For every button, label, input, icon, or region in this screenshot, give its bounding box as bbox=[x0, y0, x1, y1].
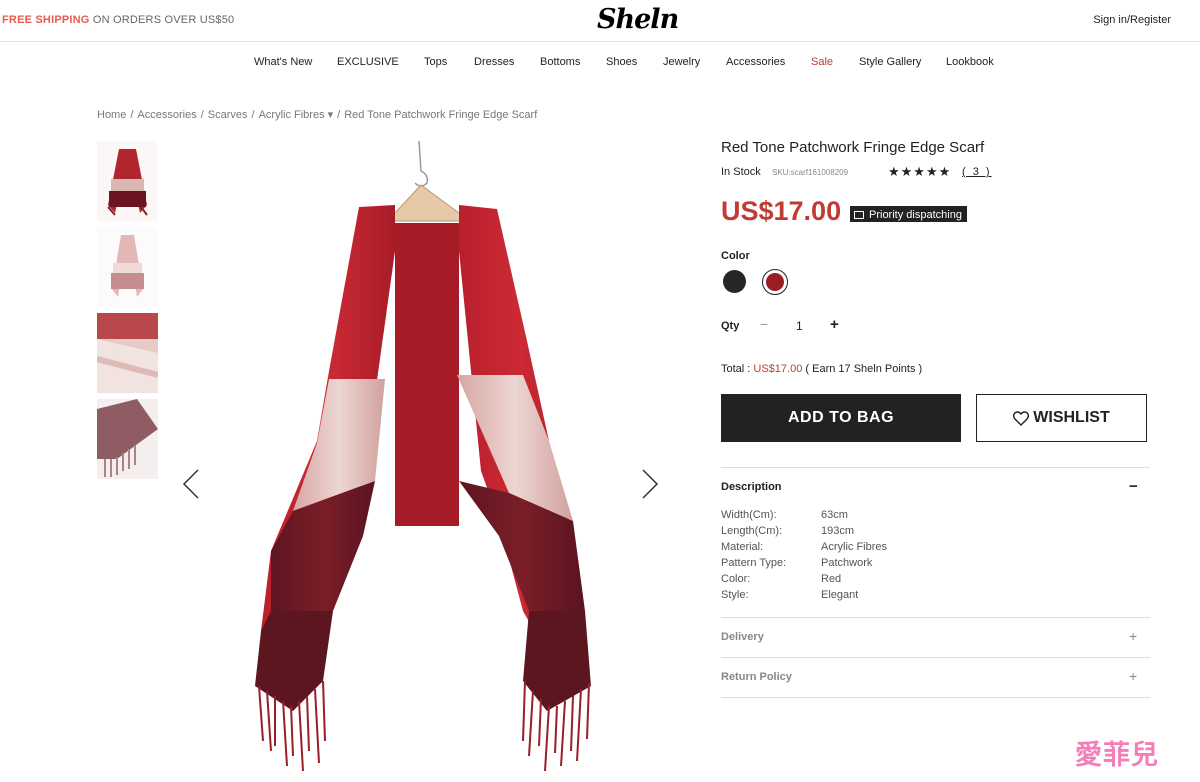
description-specs: Width(Cm): 63cm Length(Cm): 193cm Material… bbox=[721, 509, 887, 605]
expand-return-policy-icon[interactable]: + bbox=[1129, 668, 1137, 684]
nav-item-sale[interactable]: Sale bbox=[811, 56, 833, 68]
expand-delivery-icon[interactable]: + bbox=[1129, 628, 1137, 644]
nav-item-bottoms[interactable]: Bottoms bbox=[540, 56, 580, 68]
spec-row: Pattern Type: Patchwork bbox=[721, 557, 887, 573]
breadcrumb-current: Red Tone Patchwork Fringe Edge Scarf bbox=[344, 109, 538, 121]
spec-row: Style: Elegant bbox=[721, 589, 887, 605]
wishlist-label: WISHLIST bbox=[1033, 409, 1110, 426]
spec-key: Style: bbox=[721, 589, 749, 601]
breadcrumb-separator: / bbox=[337, 109, 341, 121]
color-swatch-black[interactable] bbox=[723, 270, 746, 293]
prev-image-arrow-icon[interactable] bbox=[182, 469, 202, 499]
main-product-image bbox=[163, 140, 678, 782]
nav-item-exclusive[interactable]: EXCLUSIVE bbox=[337, 56, 399, 68]
thumbnail-4[interactable] bbox=[97, 399, 158, 479]
spec-row: Length(Cm): 193cm bbox=[721, 525, 887, 541]
rating-stars-icon: ★★★★★ bbox=[888, 164, 952, 179]
spec-value: Patchwork bbox=[821, 557, 873, 569]
next-image-arrow-icon[interactable] bbox=[639, 469, 659, 499]
spec-key: Pattern Type: bbox=[721, 557, 787, 569]
total-points: ( Earn 17 Sheln Points ) bbox=[802, 363, 923, 375]
main-nav: What's New EXCLUSIVE Tops Dresses Bottom… bbox=[0, 56, 1200, 72]
sku-label: SKU:scarf161008209 bbox=[772, 168, 849, 177]
breadcrumb-scarves[interactable]: Scarves bbox=[208, 109, 248, 121]
breadcrumb-acrylic-fibres[interactable]: Acrylic Fibres ▾ bbox=[259, 109, 334, 121]
watermark-text: 愛菲兒 bbox=[1075, 740, 1159, 770]
breadcrumb: Home / Accessories / Scarves / Acrylic Fibres … bbox=[97, 108, 537, 121]
total-price: US$17.00 bbox=[753, 363, 803, 375]
color-swatch-red[interactable] bbox=[762, 269, 788, 295]
divider bbox=[721, 697, 1150, 698]
thumbnail-3[interactable] bbox=[97, 313, 158, 393]
divider bbox=[721, 467, 1150, 468]
breadcrumb-separator: / bbox=[251, 109, 255, 121]
spec-key: Material: bbox=[721, 541, 764, 553]
sign-in-link[interactable]: Sign in/Register bbox=[1093, 14, 1171, 26]
qty-label: Qty bbox=[721, 320, 740, 332]
reviews-count-link[interactable]: ( 3 ) bbox=[962, 166, 992, 178]
nav-item-style-gallery[interactable]: Style Gallery bbox=[859, 56, 921, 68]
nav-item-accessories[interactable]: Accessories bbox=[726, 56, 785, 68]
promo-text: ON ORDERS OVER US$50 bbox=[89, 14, 235, 26]
spec-key: Length(Cm): bbox=[721, 525, 783, 537]
nav-item-dresses[interactable]: Dresses bbox=[474, 56, 514, 68]
collapse-description-icon[interactable]: − bbox=[1129, 478, 1138, 495]
priority-label: Priority dispatching bbox=[869, 208, 962, 221]
top-bar: FREE SHIPPING ON ORDERS OVER US$50 Sheln… bbox=[0, 0, 1200, 42]
spec-value: 193cm bbox=[821, 525, 855, 537]
nav-item-lookbook[interactable]: Lookbook bbox=[946, 56, 994, 68]
spec-value: 63cm bbox=[821, 509, 848, 521]
divider bbox=[721, 657, 1150, 658]
total-line: Total : US$17.00 ( Earn 17 Sheln Points … bbox=[721, 363, 922, 375]
return-policy-header[interactable]: Return Policy bbox=[721, 671, 792, 683]
qty-value[interactable]: 1 bbox=[796, 319, 803, 333]
promo-highlight: FREE SHIPPING bbox=[2, 14, 90, 26]
spec-row: Color: Red bbox=[721, 573, 887, 589]
thumbnail-list bbox=[97, 141, 159, 485]
free-shipping-banner: FREE SHIPPING ON ORDERS OVER US$50 bbox=[2, 14, 234, 26]
breadcrumb-accessories[interactable]: Accessories bbox=[137, 109, 196, 121]
qty-decrease-button[interactable]: − bbox=[760, 316, 768, 332]
spec-value: Red bbox=[821, 573, 842, 585]
stock-status: In Stock bbox=[721, 166, 761, 178]
spec-row: Material: Acrylic Fibres bbox=[721, 541, 887, 557]
spec-value: Elegant bbox=[821, 589, 859, 601]
breadcrumb-separator: / bbox=[130, 109, 134, 121]
add-to-bag-button[interactable]: ADD TO BAG bbox=[721, 394, 961, 442]
breadcrumb-separator: / bbox=[200, 109, 204, 121]
nav-item-jewelry[interactable]: Jewelry bbox=[663, 56, 700, 68]
spec-row: Width(Cm): 63cm bbox=[721, 509, 887, 525]
qty-increase-button[interactable]: + bbox=[830, 316, 839, 333]
divider bbox=[721, 617, 1150, 618]
color-label: Color bbox=[721, 250, 750, 262]
breadcrumb-home[interactable]: Home bbox=[97, 109, 126, 121]
total-prefix: Total : bbox=[721, 363, 754, 375]
heart-icon bbox=[1013, 410, 1030, 426]
wishlist-button[interactable]: WISHLIST bbox=[976, 394, 1147, 442]
priority-icon bbox=[854, 210, 864, 219]
nav-item-whats-new[interactable]: What's New bbox=[254, 56, 312, 68]
thumbnail-2[interactable] bbox=[97, 227, 158, 307]
spec-key: Color: bbox=[721, 573, 751, 585]
product-title: Red Tone Patchwork Fringe Edge Scarf bbox=[721, 139, 985, 156]
product-price: US$17.00 bbox=[721, 196, 842, 226]
delivery-header[interactable]: Delivery bbox=[721, 631, 764, 643]
description-header[interactable]: Description bbox=[721, 481, 782, 493]
spec-value: Acrylic Fibres bbox=[821, 541, 888, 553]
spec-key: Width(Cm): bbox=[721, 509, 777, 521]
priority-dispatching-badge: Priority dispatching bbox=[850, 206, 967, 222]
color-swatch-red-fill bbox=[766, 273, 784, 291]
nav-item-tops[interactable]: Tops bbox=[424, 56, 447, 68]
scarf-illustration bbox=[255, 140, 591, 772]
site-logo[interactable]: Sheln bbox=[597, 4, 679, 35]
thumbnail-1[interactable] bbox=[97, 141, 158, 221]
nav-item-shoes[interactable]: Shoes bbox=[606, 56, 637, 68]
